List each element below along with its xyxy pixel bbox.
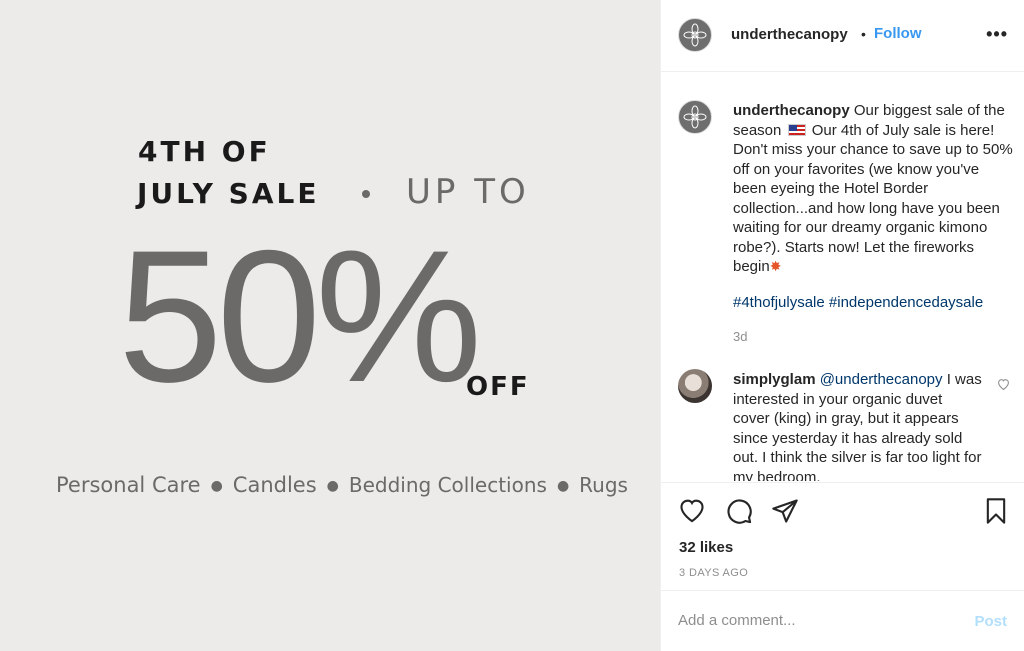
caption-timestamp: 3d bbox=[733, 329, 748, 344]
up-to-text: UP TO bbox=[406, 172, 530, 212]
caption-username[interactable]: underthecanopy bbox=[733, 102, 850, 119]
bullet-separator: ● bbox=[556, 478, 570, 494]
flower-logo-icon bbox=[683, 23, 707, 47]
save-bookmark-icon[interactable] bbox=[983, 497, 1009, 525]
likes-count[interactable]: 32 likes bbox=[679, 539, 733, 556]
caption-text-part2: Our 4th of July sale is here! Don't miss… bbox=[733, 121, 1013, 276]
discount-percent: 50% bbox=[118, 211, 482, 421]
off-text: OFF bbox=[466, 372, 530, 402]
post-comment-button[interactable]: Post bbox=[974, 613, 1007, 630]
category-item: Candles bbox=[232, 473, 317, 497]
like-comment-heart-icon[interactable] bbox=[997, 378, 1010, 390]
more-options-icon[interactable]: ••• bbox=[986, 24, 1008, 45]
avatar[interactable] bbox=[678, 100, 712, 134]
comment-username[interactable]: simplyglam bbox=[733, 371, 816, 388]
comment-text: simplyglam @underthecanopy I was interes… bbox=[733, 370, 983, 481]
category-item: Bedding Collections bbox=[348, 473, 547, 497]
bullet-separator: ● bbox=[326, 478, 339, 494]
share-paper-plane-icon[interactable] bbox=[771, 497, 799, 525]
avatar[interactable] bbox=[678, 369, 712, 403]
avatar[interactable] bbox=[678, 18, 712, 52]
caption-hashtags[interactable]: #4thofjulysale #independencedaysale bbox=[733, 294, 1023, 311]
follow-button[interactable]: Follow bbox=[874, 25, 922, 42]
category-item: Personal Care bbox=[56, 473, 201, 497]
comment-input[interactable] bbox=[678, 608, 948, 632]
comments-scroll-area[interactable]: underthecanopy Our biggest sale of the s… bbox=[661, 73, 1024, 481]
actions-bar: 32 likes 3 DAYS AGO bbox=[661, 482, 1024, 590]
post-timestamp: 3 DAYS AGO bbox=[679, 567, 749, 579]
post-details-panel: underthecanopy • Follow ••• underthecano… bbox=[660, 0, 1024, 651]
caption-text: underthecanopy Our biggest sale of the s… bbox=[733, 101, 1013, 277]
us-flag-icon bbox=[787, 123, 806, 136]
fireworks-emoji-icon: ✸ bbox=[769, 258, 782, 274]
sale-heading-line2: JULY SALE bbox=[137, 177, 320, 210]
comment-bubble-icon[interactable] bbox=[725, 497, 753, 525]
sale-heading-line1: 4TH OF bbox=[138, 135, 271, 168]
post-header: underthecanopy • Follow ••• bbox=[661, 0, 1024, 72]
flower-logo-icon bbox=[683, 105, 707, 129]
comment-mention[interactable]: @underthecanopy bbox=[820, 371, 943, 388]
post-image[interactable]: 4TH OF JULY SALE UP TO 50% OFF Personal … bbox=[0, 0, 660, 651]
add-comment-bar: Post bbox=[661, 590, 1024, 651]
category-list: Personal Care ● Candles ● Bedding Collection… bbox=[56, 473, 628, 497]
header-separator: • bbox=[861, 26, 866, 42]
like-heart-icon[interactable] bbox=[678, 497, 706, 523]
category-item: Rugs bbox=[579, 473, 628, 497]
bullet-separator: ● bbox=[210, 478, 223, 494]
header-username[interactable]: underthecanopy bbox=[731, 26, 848, 43]
bullet-separator bbox=[362, 190, 370, 198]
